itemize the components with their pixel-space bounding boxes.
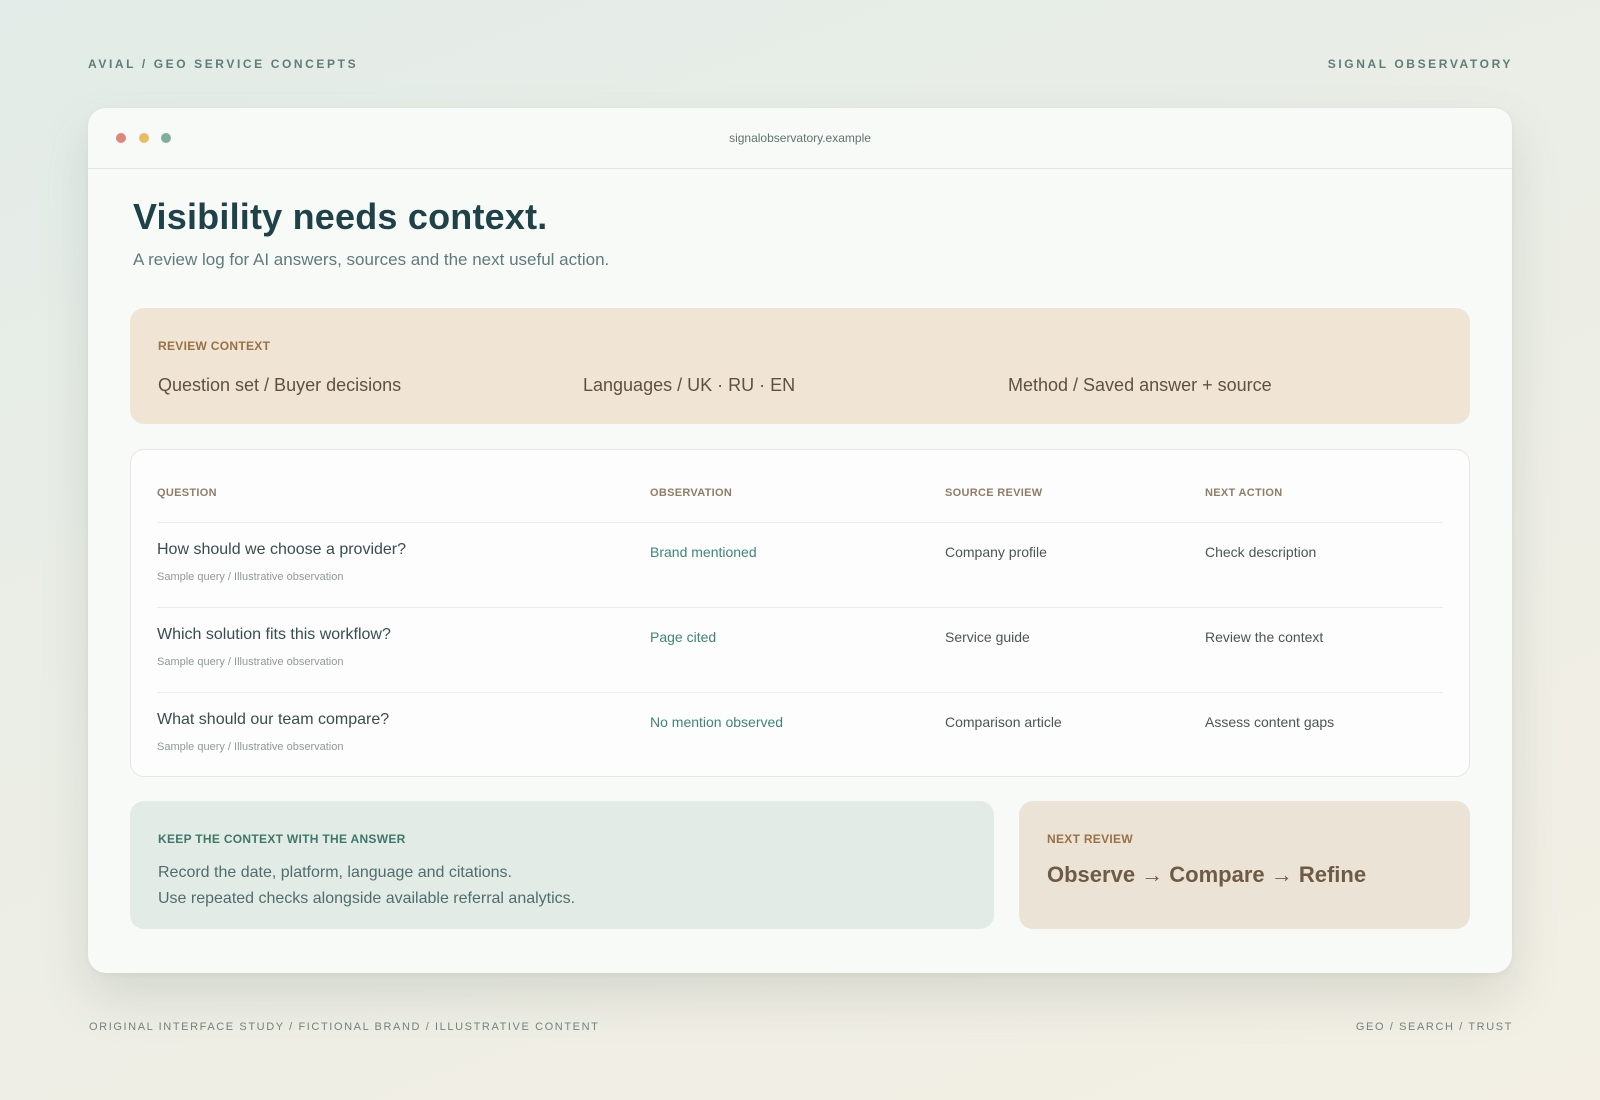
question-text: Which solution fits this workflow? — [157, 626, 391, 643]
bottom-left-caption: ORIGINAL INTERFACE STUDY / FICTIONAL BRA… — [89, 1021, 600, 1033]
keep-context-line: Record the date, platform, language and … — [158, 864, 512, 881]
source-review: Service guide — [945, 629, 1030, 645]
observation-status: No mention observed — [650, 714, 784, 730]
bottom-right-caption: GEO / SEARCH / TRUST — [1355, 1021, 1513, 1033]
browser-window: signalobservatory.example Visibility nee… — [88, 108, 1512, 973]
question-text: How should we choose a provider? — [157, 541, 407, 558]
context-question-set: Question set / Buyer decisions — [158, 375, 402, 395]
top-right-caption: SIGNAL OBSERVATORY — [1327, 57, 1513, 71]
question-note: Sample query / Illustrative observation — [157, 741, 344, 753]
next-review-label: NEXT REVIEW — [1047, 832, 1133, 846]
question-note: Sample query / Illustrative observation — [157, 571, 344, 583]
keep-context-line: Use repeated checks alongside available … — [158, 890, 576, 907]
review-context-panel: REVIEW CONTEXT Question set / Buyer deci… — [130, 308, 1470, 424]
column-header-source-review: SOURCE REVIEW — [945, 487, 1043, 499]
column-header-question: QUESTION — [157, 487, 217, 499]
context-languages: Languages / UK · RU · EN — [583, 375, 796, 395]
table-row[interactable]: Which solution fits this workflow? Sampl… — [157, 607, 1443, 692]
observation-status: Page cited — [650, 629, 717, 645]
top-left-caption: AVIAL / GEO SERVICE CONCEPTS — [88, 57, 359, 71]
keep-context-label: KEEP THE CONTEXT WITH THE ANSWER — [158, 832, 406, 846]
question-note: Sample query / Illustrative observation — [157, 656, 344, 668]
next-action: Check description — [1205, 544, 1317, 560]
page-subtitle: A review log for AI answers, sources and… — [133, 250, 610, 269]
next-action: Review the context — [1205, 629, 1324, 645]
review-table: QUESTION OBSERVATION SOURCE REVIEW NEXT … — [130, 449, 1470, 777]
table-row[interactable]: How should we choose a provider? Sample … — [157, 522, 1443, 607]
column-header-observation: OBSERVATION — [650, 487, 733, 499]
keep-context-panel: KEEP THE CONTEXT WITH THE ANSWER Record … — [130, 801, 994, 929]
observation-status: Brand mentioned — [650, 544, 757, 560]
question-text: What should our team compare? — [157, 711, 390, 728]
next-review-panel: NEXT REVIEW Observe → Compare → Refine — [1019, 801, 1470, 929]
column-header-next-action: NEXT ACTION — [1205, 487, 1283, 499]
source-review: Comparison article — [945, 714, 1062, 730]
next-review-flow: Observe → Compare → Refine — [1047, 862, 1367, 887]
context-method: Method / Saved answer + source — [1008, 375, 1272, 395]
browser-titlebar: signalobservatory.example — [88, 108, 1512, 169]
next-action: Assess content gaps — [1205, 714, 1335, 730]
review-context-label: REVIEW CONTEXT — [158, 339, 271, 353]
source-review: Company profile — [945, 544, 1047, 560]
address-bar-url[interactable]: signalobservatory.example — [88, 131, 1512, 145]
page-title: Visibility needs context. — [133, 196, 548, 237]
table-row[interactable]: What should our team compare? Sample que… — [157, 692, 1443, 777]
